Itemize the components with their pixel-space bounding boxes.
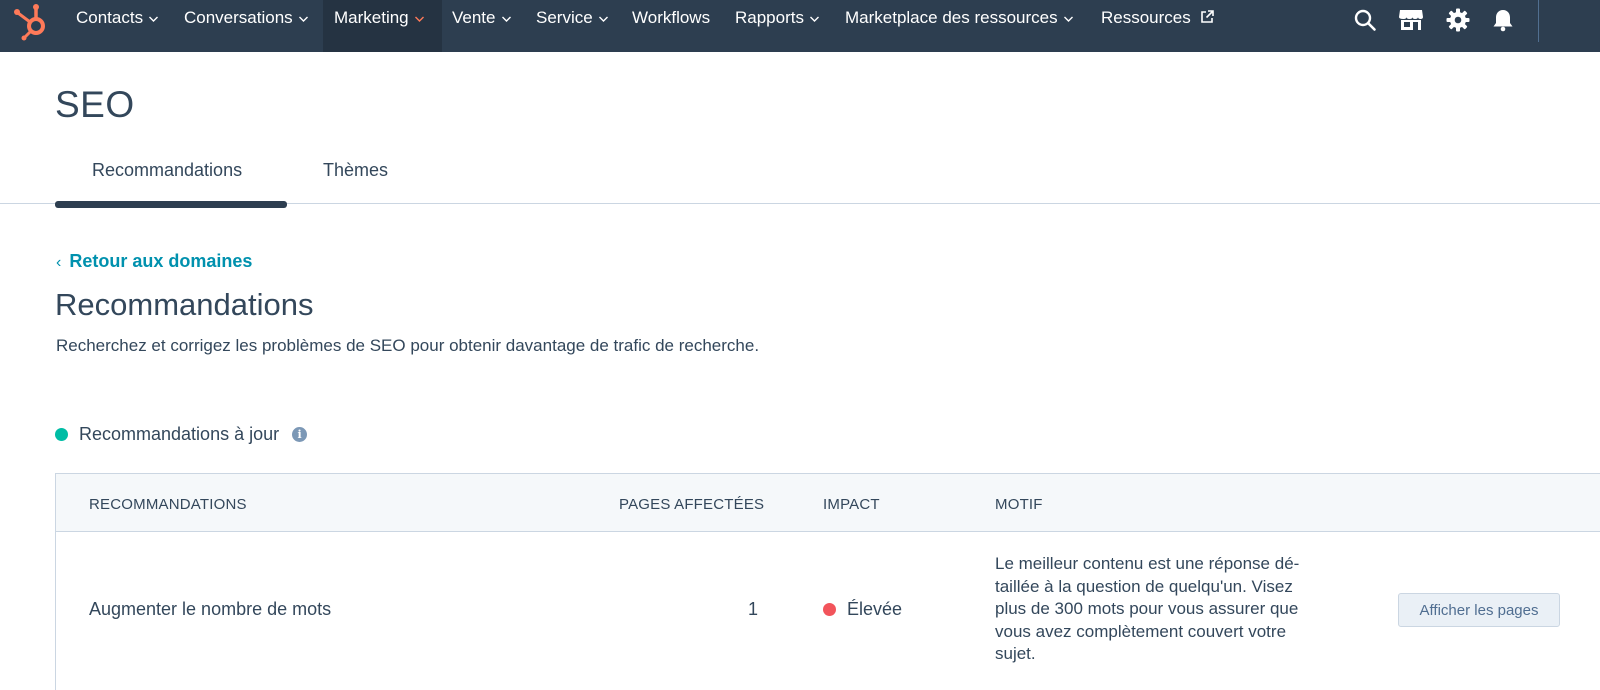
nav-contacts[interactable]: Contacts bbox=[76, 0, 159, 52]
table-header: RECOMMANDATIONS PAGES AFFECTÉES IMPACT M… bbox=[56, 474, 1600, 532]
nav-vente-label: Vente bbox=[452, 8, 496, 27]
recommendations-status: Recommandations à jour i bbox=[55, 424, 308, 445]
chevron-down-icon bbox=[298, 16, 308, 22]
reason-line: sujet. bbox=[995, 644, 1036, 663]
column-header-motif[interactable]: MOTIF bbox=[995, 496, 1043, 513]
nav-rapports-label: Rapports bbox=[735, 8, 804, 27]
reason-line: vous avez complètement couvert votre bbox=[995, 621, 1287, 641]
column-header-pages-affectees[interactable]: PAGES AFFECTÉES bbox=[619, 496, 764, 513]
chevron-down-icon bbox=[809, 16, 819, 22]
search-icon[interactable] bbox=[1353, 8, 1377, 32]
active-tab-indicator bbox=[55, 201, 287, 208]
top-navigation: Contacts Conversations Marketing Vente S… bbox=[0, 0, 1600, 52]
section-title: Recommandations bbox=[55, 287, 314, 322]
impact-cell: Élevée bbox=[823, 599, 902, 620]
nav-workflows[interactable]: Workflows bbox=[632, 0, 710, 52]
nav-workflows-label: Workflows bbox=[632, 8, 711, 27]
hubspot-logo[interactable] bbox=[10, 2, 50, 42]
nav-contacts-label: Contacts bbox=[76, 8, 144, 27]
tab-recommandations[interactable]: Recommandations bbox=[92, 160, 242, 181]
nav-vente[interactable]: Vente bbox=[452, 0, 512, 52]
column-header-recommandations[interactable]: RECOMMANDATIONS bbox=[89, 496, 247, 513]
reason-cell: Le meilleur contenu est une réponse dé- … bbox=[995, 553, 1340, 666]
status-dot-icon bbox=[55, 428, 68, 441]
nav-ressources[interactable]: Ressources bbox=[1101, 0, 1214, 52]
reason-line: Le meilleur contenu est une réponse dé- bbox=[995, 554, 1300, 573]
nav-divider bbox=[1538, 0, 1539, 42]
back-to-domains-link[interactable]: ‹ Retour aux domaines bbox=[56, 251, 252, 272]
impact-label: Élevée bbox=[847, 599, 903, 619]
page-title: SEO bbox=[55, 84, 135, 125]
column-header-impact[interactable]: IMPACT bbox=[823, 496, 880, 513]
chevron-left-icon: ‹ bbox=[56, 254, 62, 271]
chevron-down-icon bbox=[598, 16, 608, 22]
back-link-label: Retour aux domaines bbox=[69, 251, 253, 271]
chevron-down-icon bbox=[414, 16, 424, 22]
chevron-down-icon bbox=[1063, 16, 1073, 22]
nav-conversations-label: Conversations bbox=[184, 8, 293, 27]
nav-service[interactable]: Service bbox=[536, 0, 609, 52]
show-pages-button[interactable]: Afficher les pages bbox=[1398, 593, 1560, 627]
notifications-bell-icon[interactable] bbox=[1491, 8, 1515, 32]
nav-ressources-label: Ressources bbox=[1101, 8, 1191, 27]
marketplace-icon[interactable] bbox=[1398, 8, 1424, 32]
nav-rapports[interactable]: Rapports bbox=[735, 0, 820, 52]
impact-high-dot-icon bbox=[823, 603, 836, 616]
nav-marketplace-label: Marketplace des ressources bbox=[845, 8, 1058, 27]
reason-line: plus de 300 mots pour vous assurer que bbox=[995, 599, 1299, 618]
nav-marketing-label: Marketing bbox=[334, 8, 409, 27]
nav-marketing[interactable]: Marketing bbox=[323, 0, 442, 52]
settings-gear-icon[interactable] bbox=[1446, 8, 1470, 32]
section-description: Recherchez et corrigez les problèmes de … bbox=[56, 336, 760, 355]
recommendations-table: RECOMMANDATIONS PAGES AFFECTÉES IMPACT M… bbox=[55, 473, 1600, 690]
chevron-down-icon bbox=[501, 16, 511, 22]
reason-line: taillée à la question de quelqu'un. Vise… bbox=[995, 576, 1293, 596]
status-label: Recommandations à jour bbox=[79, 424, 280, 444]
tab-themes[interactable]: Thèmes bbox=[323, 160, 388, 181]
nav-service-label: Service bbox=[536, 8, 593, 27]
recommendation-cell: Augmenter le nombre de mots bbox=[89, 599, 332, 619]
external-link-icon bbox=[1200, 10, 1214, 23]
pages-affected-cell: 1 bbox=[747, 599, 758, 619]
info-icon[interactable]: i bbox=[292, 427, 308, 442]
nav-marketplace[interactable]: Marketplace des ressources bbox=[845, 0, 1074, 52]
chevron-down-icon bbox=[149, 16, 159, 22]
nav-conversations[interactable]: Conversations bbox=[184, 0, 309, 52]
